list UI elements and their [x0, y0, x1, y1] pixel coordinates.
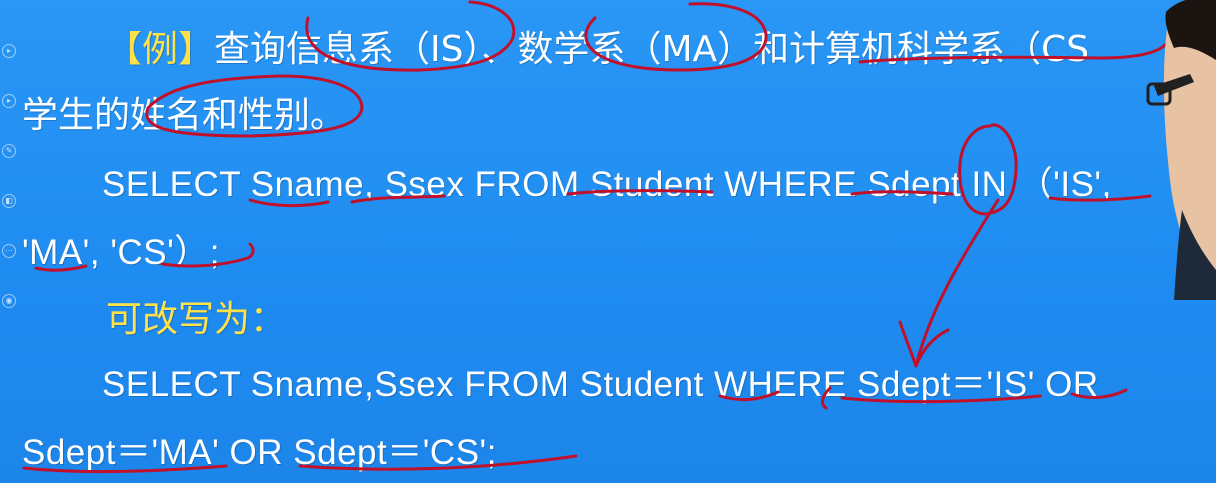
zoom-icon[interactable]: ◉ [2, 294, 16, 308]
ink-arrow-line [914, 198, 1000, 368]
play-icon[interactable]: ▸ [2, 94, 16, 108]
sql-in-query-line-1: SELECT Sname, Ssex FROM Student WHERE Sd… [102, 165, 1112, 204]
play-icon[interactable]: ▸ [2, 44, 16, 58]
presenter-video [1146, 0, 1216, 300]
question-text-line-2: 学生的姓名和性别。 [22, 95, 347, 136]
question-text-line-1: 查询信息系（IS）、数学系（MA）和计算机科学系（CS [214, 29, 1090, 70]
pen-icon[interactable]: ✎ [2, 144, 16, 158]
sql-or-query-line-1: SELECT Sname,Ssex FROM Student WHERE Sde… [102, 365, 1099, 404]
lecture-slide: ▸ ▸ ✎ ◧ ⋯ ◉ 【例】查询信息系（IS）、数学系（MA）和计算机科学系（… [0, 0, 1216, 483]
example-tag: 【例】 [106, 29, 215, 70]
example-line: 【例】查询信息系（IS）、数学系（MA）和计算机科学系（CS [106, 20, 1089, 72]
sql-or-query-line-2: Sdept＝'MA' OR Sdept＝'CS'; [22, 433, 497, 472]
rewrite-heading: 可改写为： [106, 299, 287, 340]
eraser-icon[interactable]: ◧ [2, 194, 16, 208]
sql-in-query-line-2: 'MA', 'CS'）; [22, 233, 221, 272]
menu-icon[interactable]: ⋯ [2, 244, 16, 258]
